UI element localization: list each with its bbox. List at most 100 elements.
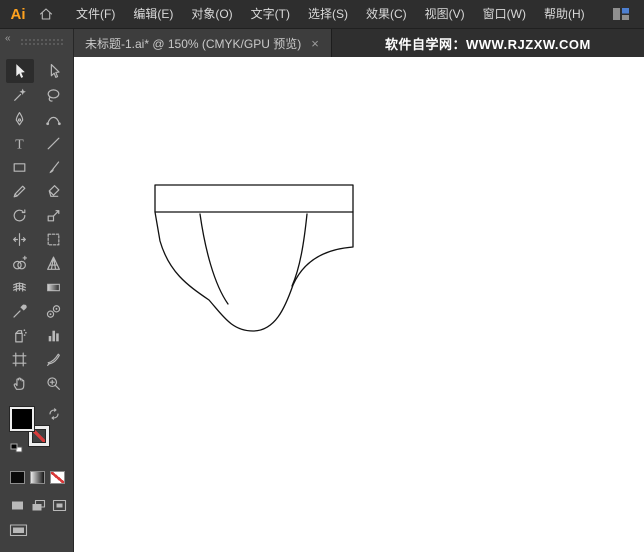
draw-normal-button[interactable] — [9, 498, 26, 513]
gradient-tool[interactable] — [40, 275, 68, 299]
symbol-sprayer-tool[interactable] — [6, 323, 34, 347]
briefs-waistband-shape — [154, 184, 354, 213]
menu-bar: Ai 文件(F) 编辑(E) 对象(O) 文字(T) 选择(S) 效果(C) 视… — [0, 0, 644, 29]
menu-view[interactable]: 视图(V) — [416, 0, 474, 28]
menu-window[interactable]: 窗口(W) — [474, 0, 535, 28]
menu-help[interactable]: 帮助(H) — [535, 0, 594, 28]
mesh-icon — [13, 281, 26, 292]
panel-drag-grip[interactable] — [20, 38, 65, 47]
zoom-tool[interactable] — [40, 371, 68, 395]
perspective-grid-tool[interactable] — [40, 251, 68, 275]
width-icon — [13, 232, 26, 246]
shape-builder-tool[interactable] — [6, 251, 34, 275]
drawing-mode-buttons — [9, 498, 73, 513]
default-colors-icon[interactable] — [10, 443, 23, 454]
menu-items: 文件(F) 编辑(E) 对象(O) 文字(T) 选择(S) 效果(C) 视图(V… — [67, 0, 594, 28]
slice-icon — [47, 353, 60, 366]
menu-effect[interactable]: 效果(C) — [357, 0, 416, 28]
pen-tool[interactable] — [6, 107, 34, 131]
pencil-tool[interactable] — [6, 179, 34, 203]
document-canvas[interactable] — [74, 57, 644, 552]
draw-inside-icon — [52, 499, 67, 512]
briefs-right-seam — [291, 213, 308, 287]
screen-mode-button[interactable] — [9, 523, 31, 543]
briefs-left-seam — [199, 213, 229, 305]
color-button[interactable] — [10, 471, 25, 484]
scale-tool[interactable] — [40, 203, 68, 227]
eyedropper-icon — [13, 304, 27, 318]
width-tool[interactable] — [6, 227, 34, 251]
free-transform-icon — [47, 233, 60, 245]
line-segment-tool[interactable] — [40, 131, 68, 155]
home-icon — [39, 8, 53, 20]
gradient-button[interactable] — [30, 471, 45, 484]
tools-panel-header: « — [0, 29, 73, 55]
selection-icon — [16, 63, 25, 78]
menu-select[interactable]: 选择(S) — [299, 0, 357, 28]
free-transform-tool[interactable] — [40, 227, 68, 251]
illustrator-logo: Ai — [10, 5, 26, 23]
gradient-icon — [47, 283, 60, 291]
eyedropper-tool[interactable] — [6, 299, 34, 323]
blend-tool[interactable] — [40, 299, 68, 323]
rotate-tool[interactable] — [6, 203, 34, 227]
eraser-tool[interactable] — [40, 179, 68, 203]
menu-edit[interactable]: 编辑(E) — [124, 0, 182, 28]
magic-wand-icon — [14, 88, 26, 101]
symbol-sprayer-icon — [15, 328, 27, 342]
workspace-switcher-button[interactable] — [612, 7, 630, 21]
none-button[interactable] — [50, 471, 65, 484]
artboard-icon — [12, 352, 27, 366]
pencil-icon — [13, 185, 26, 197]
menu-object[interactable]: 对象(O) — [182, 0, 241, 28]
draw-normal-icon — [12, 501, 23, 510]
hand-icon — [13, 377, 25, 390]
draw-behind-icon — [32, 499, 46, 511]
eraser-icon — [48, 184, 60, 197]
screen-mode-icon — [9, 524, 28, 537]
collapse-panel-icon[interactable]: « — [5, 33, 11, 44]
pen-icon — [15, 111, 24, 125]
lasso-icon — [47, 88, 60, 102]
draw-behind-button[interactable] — [30, 498, 47, 513]
tool-grid: T — [0, 59, 73, 395]
rotate-icon — [13, 208, 26, 221]
perspective-grid-icon — [47, 256, 60, 270]
selection-tool[interactable] — [5, 59, 34, 83]
column-graph-icon — [48, 330, 59, 341]
mesh-tool[interactable] — [6, 275, 34, 299]
svg-text:T: T — [15, 136, 24, 151]
swap-colors-icon[interactable] — [48, 408, 60, 420]
direct-selection-tool[interactable] — [40, 59, 68, 83]
tab-close-icon[interactable]: × — [311, 37, 319, 50]
artboard-tool[interactable] — [6, 347, 34, 371]
document-tab[interactable]: 未标题-1.ai* @ 150% (CMYK/GPU 预览) × — [73, 29, 332, 57]
watermark-text: 软件自学网：WWW.RJZXW.COM — [331, 29, 644, 57]
type-icon: T — [15, 136, 24, 151]
menu-type[interactable]: 文字(T) — [242, 0, 299, 28]
curvature-tool[interactable] — [40, 107, 68, 131]
tools-panel: « T — [0, 29, 74, 552]
color-swatch-area — [10, 407, 60, 455]
color-mode-buttons — [10, 471, 73, 484]
draw-inside-button[interactable] — [51, 498, 68, 513]
document-tab-bar: 未标题-1.ai* @ 150% (CMYK/GPU 预览) × 软件自学网：W… — [73, 29, 644, 57]
workspace-switcher-icon — [613, 8, 629, 20]
home-button[interactable] — [31, 0, 61, 28]
paintbrush-icon — [49, 160, 60, 173]
scale-icon — [47, 209, 60, 221]
slice-tool[interactable] — [40, 347, 68, 371]
column-graph-tool[interactable] — [40, 323, 68, 347]
rectangle-tool[interactable] — [6, 155, 34, 179]
direct-selection-icon — [50, 63, 60, 78]
fill-color-swatch[interactable] — [10, 407, 34, 431]
shape-builder-icon — [13, 255, 27, 269]
hand-tool[interactable] — [6, 371, 34, 395]
menu-file[interactable]: 文件(F) — [67, 0, 124, 28]
blend-icon — [46, 304, 61, 318]
magic-wand-tool[interactable] — [6, 83, 34, 107]
curvature-icon — [46, 116, 61, 125]
paintbrush-tool[interactable] — [40, 155, 68, 179]
type-tool[interactable]: T — [6, 131, 34, 155]
lasso-tool[interactable] — [40, 83, 68, 107]
